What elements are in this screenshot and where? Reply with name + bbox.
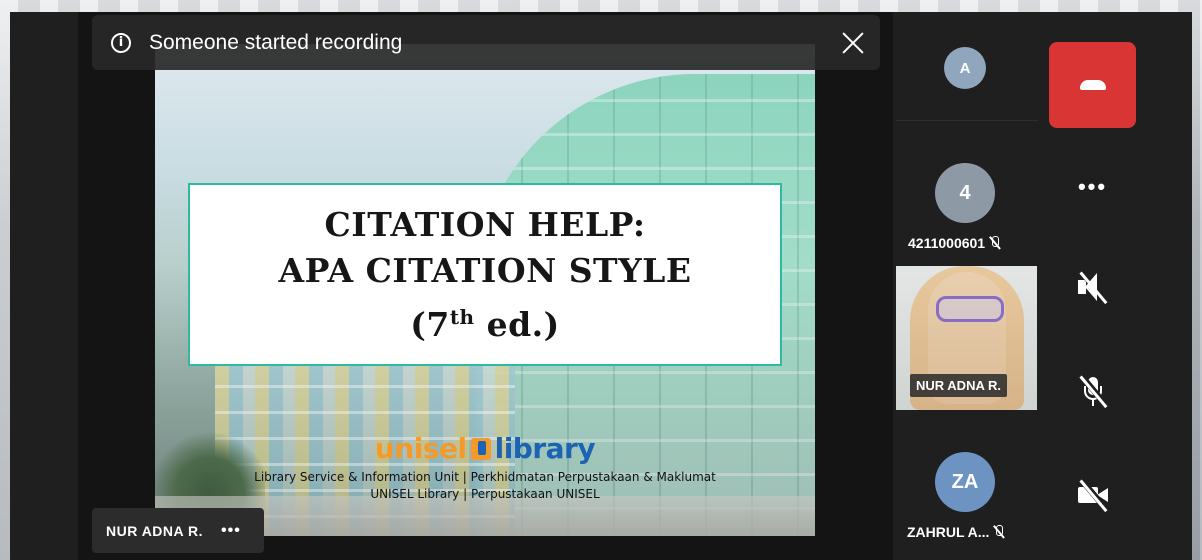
logo-library-text: library [494,432,596,465]
participant-name: 4211000601 [908,235,986,251]
slide-title-box: CITATION HELP: APA CITATION STYLE (7th e… [188,183,782,366]
participant-video-label: NUR ADNA R. [910,374,1007,397]
camera-toggle-button[interactable] [1049,452,1136,538]
notification-message: Someone started recording [149,30,403,54]
end-call-button[interactable] [1049,42,1136,128]
more-options-icon[interactable]: ••• [221,522,241,540]
participant-avatar-a[interactable]: A [944,47,986,89]
phone-hangup-icon [1079,80,1106,90]
more-options-button[interactable]: ••• [1049,144,1136,230]
microphone-muted-icon [1076,374,1110,410]
speaker-toggle-button[interactable] [1049,244,1136,330]
call-controls: ••• [1040,12,1192,560]
recording-notification: i Someone started recording [92,15,880,70]
mic-muted-icon [989,236,1001,250]
microphone-toggle-button[interactable] [1049,348,1136,434]
edition-prefix: (7 [410,304,450,344]
presenter-name-pill[interactable]: NUR ADNA R. ••• [92,508,264,553]
slide-title-line-2: APA CITATION STYLE [278,250,692,290]
unisel-library-logo: unisel library [155,432,815,465]
slide-caption-1: Library Service & Information Unit | Per… [254,470,716,484]
participant-label-zahrul: ZAHRUL A... [907,524,1005,540]
camera-off-icon [1076,478,1110,514]
slide-caption-2: UNISEL Library | Perpustakaan UNISEL [370,487,600,501]
more-dots-icon: ••• [1077,174,1108,199]
slide-title-line-3: (7th ed.) [410,294,560,348]
participant-avatar-4[interactable]: 4 [935,163,995,223]
participants-panel: A 4 4211000601 NUR ADNA R. ZA ZAHRUL A..… [894,12,1040,560]
mic-muted-icon [993,525,1005,539]
book-icon [470,438,491,460]
presentation-slide: CITATION HELP: APA CITATION STYLE (7th e… [155,44,815,536]
logo-unisel-text: unisel [374,432,467,465]
close-icon[interactable] [840,30,866,56]
presenter-name: NUR ADNA R. [106,522,204,539]
participant-video-nur-adna[interactable]: NUR ADNA R. [896,266,1037,410]
edition-superscript: th [449,304,475,329]
divider [896,120,1038,121]
participant-label-4211000601: 4211000601 [908,235,1001,251]
participant-name: ZAHRUL A... [907,524,990,540]
participant-avatar-za[interactable]: ZA [935,452,995,512]
edition-suffix: ed.) [474,304,560,344]
slide-title-line-1: CITATION HELP: [324,204,646,244]
info-icon: i [111,32,131,53]
speaker-muted-icon [1076,270,1110,306]
